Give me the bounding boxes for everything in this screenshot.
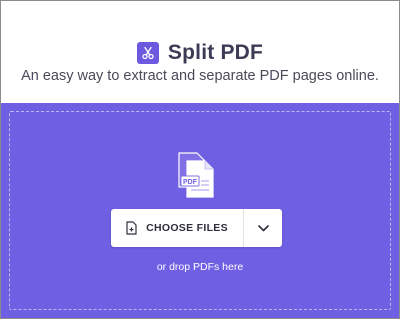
scissors-icon <box>136 42 159 64</box>
pdf-files-icon: PDF <box>178 152 214 198</box>
pdf-tag-label: PDF <box>183 179 198 186</box>
choose-files-button[interactable]: CHOOSE FILES <box>111 209 243 247</box>
source-dropdown-button[interactable] <box>244 209 282 247</box>
page-title: Split PDF <box>167 41 264 64</box>
page-subtitle: An easy way to extract and separate PDF … <box>21 68 379 84</box>
file-dropzone[interactable]: PDF CHOOSE FILES or drop PDFs here <box>1 103 399 318</box>
drop-hint: or drop PDFs here <box>156 261 244 273</box>
file-icon <box>126 221 137 235</box>
header: Split PDF An easy way to extract and sep… <box>1 1 399 103</box>
split-pdf-page: Split PDF An easy way to extract and sep… <box>0 0 400 319</box>
chevron-down-icon <box>257 224 269 231</box>
choose-files-group: CHOOSE FILES <box>111 209 282 247</box>
choose-files-label: CHOOSE FILES <box>146 222 228 234</box>
title-row: Split PDF <box>1 39 399 67</box>
